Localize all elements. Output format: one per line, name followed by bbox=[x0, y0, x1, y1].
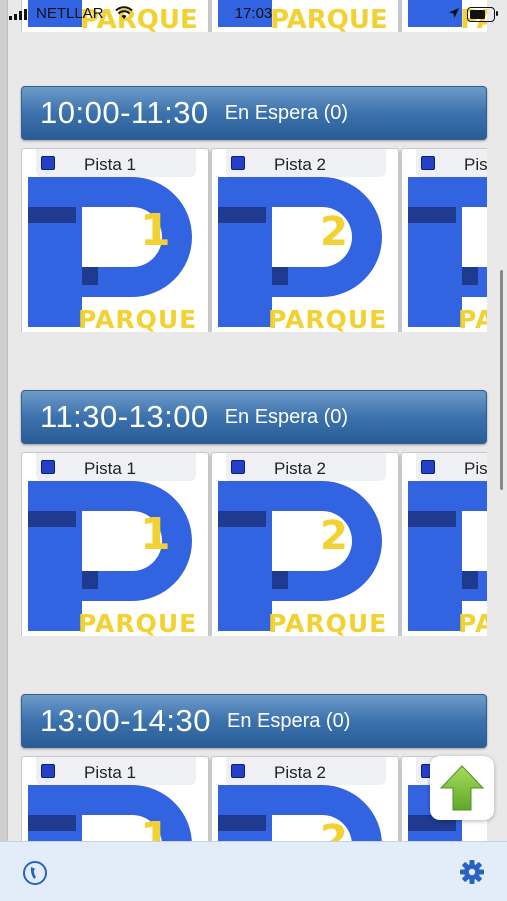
court-select-checkbox[interactable] bbox=[231, 460, 245, 474]
logo-dark-bar bbox=[218, 207, 266, 223]
court-card-pista-3[interactable]: 3PARQUEPista 3 bbox=[401, 452, 487, 636]
logo-dark-bar bbox=[28, 207, 76, 223]
logo-dark-bar bbox=[408, 511, 456, 527]
court-card-pista-3[interactable]: 3PARQUEPista 3 bbox=[401, 148, 487, 332]
logo-dark-bar bbox=[28, 511, 76, 527]
battery-icon bbox=[467, 7, 498, 22]
status-time: 17:03 bbox=[234, 5, 273, 22]
court-label: Pista 1 bbox=[84, 155, 136, 174]
court-select-checkbox[interactable] bbox=[41, 764, 55, 778]
court-number: 2 bbox=[320, 513, 348, 559]
logo-counter bbox=[462, 207, 487, 267]
court-select-checkbox[interactable] bbox=[231, 764, 245, 778]
gear-icon[interactable] bbox=[459, 859, 485, 885]
slot-status: En Espera (0) bbox=[226, 709, 351, 732]
slot-header[interactable]: 10:00-11:30 En Espera (0) bbox=[21, 86, 487, 140]
slot-time: 13:00-14:30 bbox=[40, 703, 211, 738]
court-row: 1PARQUEPista 1 2PARQUEPista 2 3PARQUEPis… bbox=[21, 148, 487, 332]
slot-header[interactable]: 13:00-14:30 En Espera (0) bbox=[21, 694, 487, 748]
slot-time: 11:30-13:00 bbox=[40, 399, 209, 434]
court-label: Pista 3 bbox=[464, 459, 487, 478]
court-card-pista-1[interactable]: 1 PARQUE Pista 1 bbox=[21, 452, 209, 636]
location-arrow-icon bbox=[449, 8, 459, 18]
court-card-pista-2[interactable]: 2 PARQUE Pista 2 bbox=[211, 452, 399, 636]
logo-dark-bar bbox=[28, 815, 76, 831]
logo-counter bbox=[462, 511, 487, 571]
court-row: 1PARQUEPista 1 2PARQUEPista 2 3PARQUEPis… bbox=[21, 452, 487, 636]
slot-header[interactable]: 11:30-13:00 En Espera (0) bbox=[21, 390, 487, 444]
scrollbar-thumb[interactable] bbox=[500, 270, 503, 490]
slot-time: 10:00-11:30 bbox=[40, 95, 209, 130]
court-label: Pista 1 bbox=[84, 763, 136, 782]
court-card-pista-2[interactable]: 2PARQUEPista 2 bbox=[211, 756, 399, 846]
slot-status: En Espera (0) bbox=[224, 405, 349, 428]
court-card-pista-1[interactable]: 1PARQUEPista 1 bbox=[21, 756, 209, 846]
court-select-checkbox[interactable] bbox=[421, 156, 435, 170]
logo-dark-bar bbox=[218, 511, 266, 527]
brand-text: PARQUE bbox=[78, 305, 197, 332]
court-label: Pista 2 bbox=[274, 459, 326, 478]
court-label: Pista 2 bbox=[274, 763, 326, 782]
brand-text: PARQUE bbox=[268, 609, 387, 636]
logo-dark-bar bbox=[218, 815, 266, 831]
court-select-checkbox[interactable] bbox=[41, 460, 55, 474]
court-select-checkbox[interactable] bbox=[41, 156, 55, 170]
court-select-checkbox[interactable] bbox=[231, 156, 245, 170]
tab-bar bbox=[0, 841, 507, 901]
brand-text: PARQUE bbox=[268, 305, 387, 332]
brand-text: PARQUE bbox=[78, 609, 197, 636]
court-label: Pista 3 bbox=[464, 155, 487, 174]
court-card-pista-1[interactable]: 1 PARQUE Pista 1 bbox=[21, 148, 209, 332]
status-bar: NETLLAR 17:03 bbox=[0, 0, 507, 28]
court-number: 2 bbox=[320, 209, 348, 255]
left-edge-rail bbox=[0, 0, 8, 900]
arrow-up-icon bbox=[439, 765, 485, 811]
court-select-checkbox[interactable] bbox=[421, 460, 435, 474]
slot-status: En Espera (0) bbox=[224, 101, 349, 124]
brand-text: PARQUE bbox=[458, 305, 487, 332]
court-label: Pista 1 bbox=[84, 459, 136, 478]
logo-dark-bar bbox=[408, 207, 456, 223]
brand-text: PARQUE bbox=[458, 609, 487, 636]
court-row: 1PARQUEPista 1 2PARQUEPista 2 3PARQUEPis… bbox=[21, 756, 487, 846]
court-number: 1 bbox=[140, 205, 171, 256]
scroll-to-top-button[interactable] bbox=[430, 756, 494, 820]
court-number: 1 bbox=[140, 509, 171, 560]
phone-icon[interactable] bbox=[22, 860, 48, 886]
court-label: Pista 2 bbox=[274, 155, 326, 174]
court-card-pista-2[interactable]: 2 PARQUE Pista 2 bbox=[211, 148, 399, 332]
